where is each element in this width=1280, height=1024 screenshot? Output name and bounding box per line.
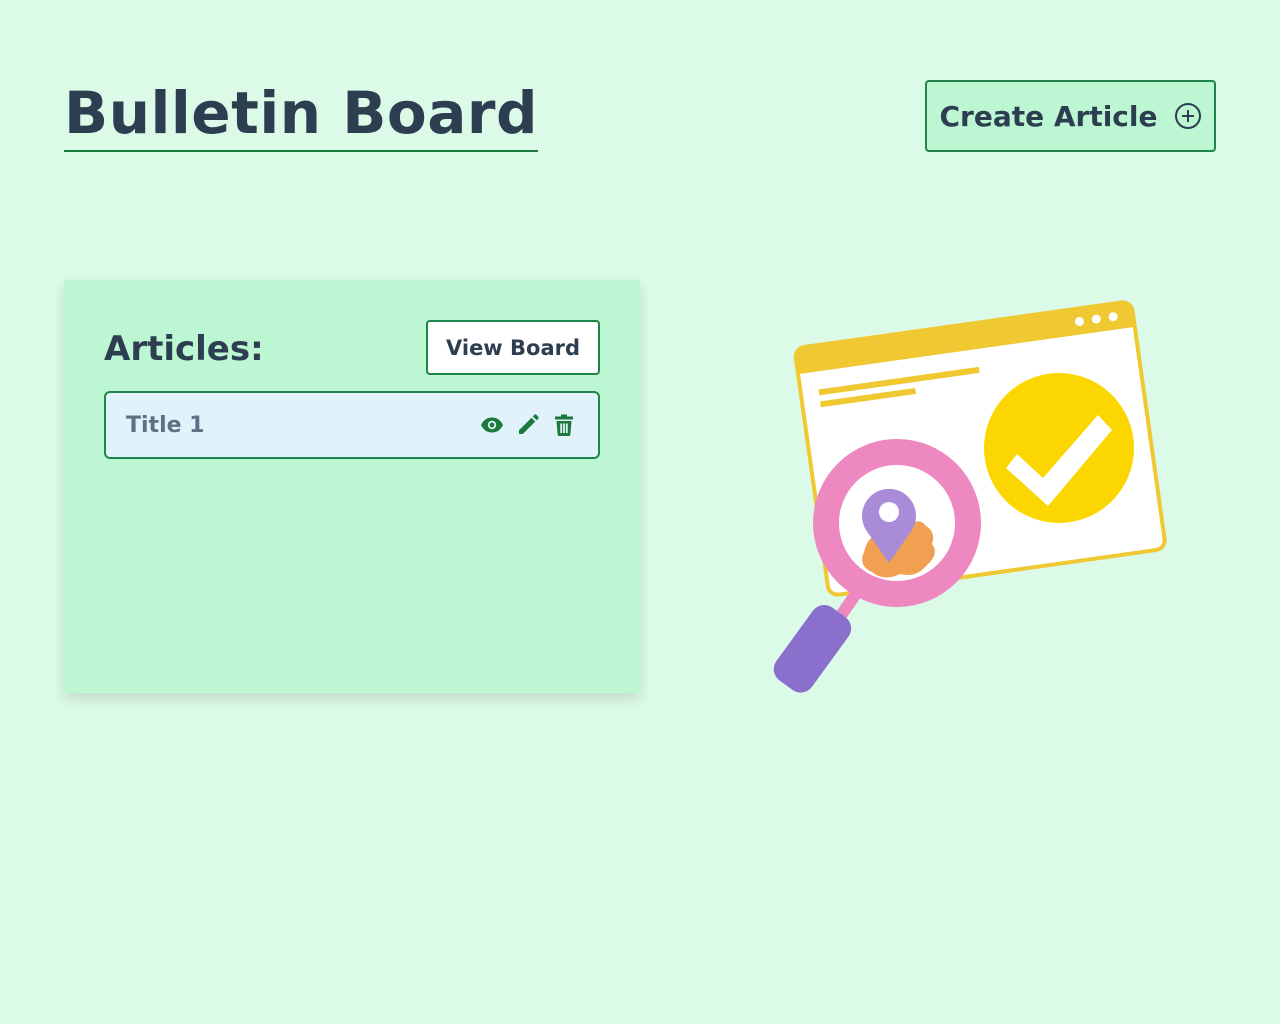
create-article-button[interactable]: Create Article bbox=[925, 80, 1216, 152]
search-approval-illustration bbox=[760, 282, 1185, 697]
view-board-button[interactable]: View Board bbox=[426, 320, 600, 375]
plus-circle-icon bbox=[1174, 102, 1202, 130]
list-item: Title 1 bbox=[104, 391, 600, 459]
article-title: Title 1 bbox=[126, 412, 205, 438]
pencil-icon[interactable] bbox=[516, 413, 540, 437]
eye-icon[interactable] bbox=[480, 413, 504, 437]
page: Bulletin Board Create Article Articles: … bbox=[0, 0, 1280, 1024]
articles-panel: Articles: View Board Title 1 bbox=[64, 280, 640, 693]
create-article-label: Create Article bbox=[939, 99, 1158, 133]
articles-heading: Articles: bbox=[104, 329, 264, 369]
page-title: Bulletin Board bbox=[64, 76, 539, 152]
article-actions bbox=[480, 413, 576, 437]
trash-icon[interactable] bbox=[552, 413, 576, 437]
